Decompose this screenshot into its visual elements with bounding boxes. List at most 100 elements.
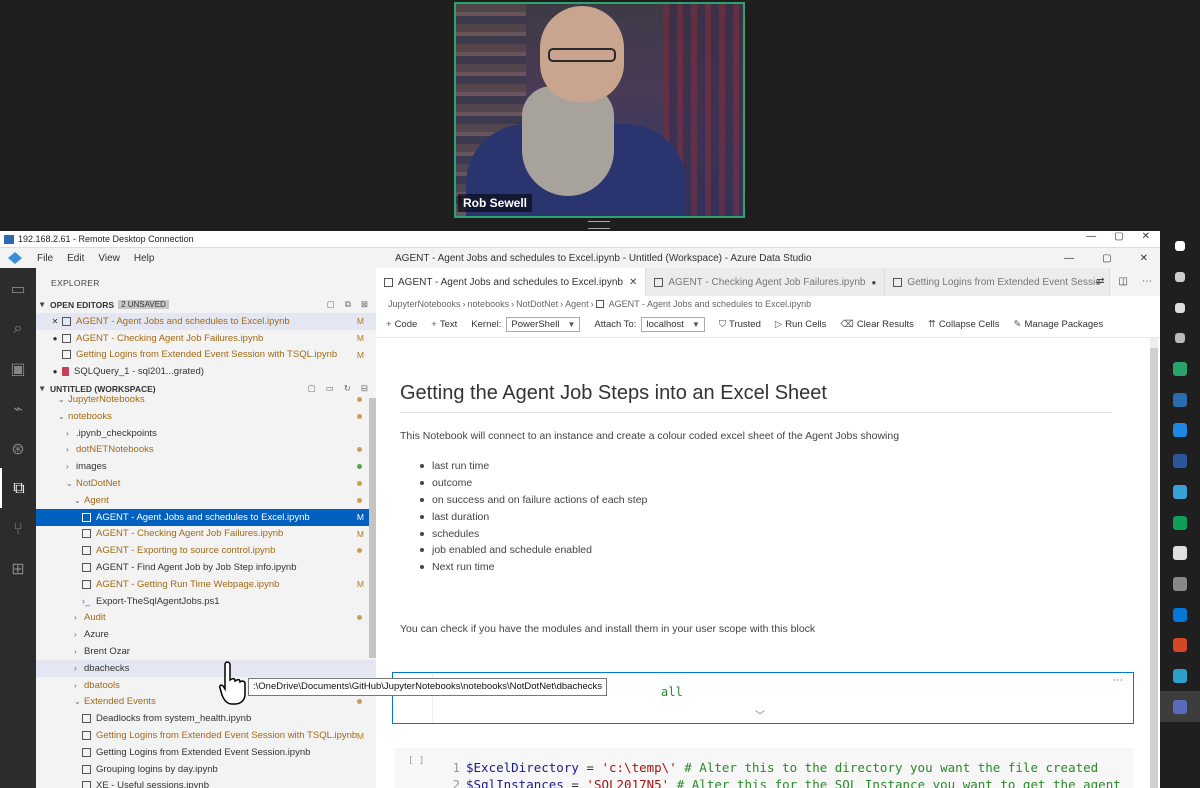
attach-dropdown[interactable]: localhost ▼ [641, 317, 705, 332]
save-all-icon[interactable]: ⧉ [345, 299, 351, 310]
open-editor-item[interactable]: ● AGENT - Checking Agent Job Failures.ipy… [36, 330, 376, 347]
add-code-cell-button[interactable]: + Code [386, 319, 417, 330]
taskbar-app-icon[interactable] [1160, 292, 1200, 323]
tree-file[interactable]: ›_ Export-TheSqlAgentJobs.ps1 [36, 593, 376, 610]
taskbar-app-icon[interactable] [1160, 446, 1200, 477]
servers-icon[interactable]: ▭ [0, 268, 36, 308]
close-all-icon[interactable]: ⊠ [361, 299, 368, 310]
extensions-icon[interactable]: ⊞ [0, 548, 36, 588]
taskbar-app-icon[interactable] [1160, 477, 1200, 508]
close-icon[interactable]: ✕ [629, 277, 637, 288]
menu-view[interactable]: View [91, 253, 127, 264]
taskbar-app-icon[interactable] [1160, 507, 1200, 538]
unsaved-dot-icon[interactable]: ● [48, 367, 62, 376]
minimize-button[interactable]: — [1064, 253, 1074, 264]
video-resize-grip[interactable] [588, 221, 610, 229]
open-editor-item[interactable]: ● SQLQuery_1 - sql201...grated) [36, 363, 376, 380]
breadcrumb-item[interactable]: JupyterNotebooks [388, 299, 461, 309]
tree-folder[interactable]: ⌄ Agent [36, 492, 376, 509]
taskbar-app-icon[interactable] [1160, 569, 1200, 600]
tree-folder[interactable]: › .ipynb_checkpoints [36, 425, 376, 442]
scrollbar-thumb[interactable] [1150, 348, 1158, 788]
tree-folder[interactable]: › Azure [36, 626, 376, 643]
cell-more-icon[interactable]: ⋯ [1113, 675, 1123, 686]
taskbar-app-icon[interactable] [1160, 323, 1200, 354]
split-editor-icon[interactable]: ◫ [1119, 276, 1128, 287]
editor-tab[interactable]: Getting Logins from Extended Event Sessi… [885, 268, 1110, 296]
search-icon[interactable]: ⌕ [0, 308, 36, 348]
terminal-icon[interactable]: ⌁ [0, 388, 36, 428]
tree-folder[interactable]: ⌄ JupyterNotebooks [36, 391, 376, 408]
tree-file[interactable]: AGENT - Getting Run Time Webpage.ipynb M [36, 576, 376, 593]
kernel-dropdown[interactable]: PowerShell ▼ [506, 317, 581, 332]
chevron-down-icon[interactable]: ﹀ [755, 707, 765, 722]
tree-folder[interactable]: › images [36, 458, 376, 475]
explorer-icon[interactable]: ⧉ [0, 468, 36, 508]
compare-icon[interactable]: ⇄ [1096, 276, 1104, 287]
manage-packages-button[interactable]: ✎ Manage Packages [1014, 319, 1104, 330]
taskbar-app-icon[interactable] [1160, 415, 1200, 446]
rdp-maximize-button[interactable]: ▢ [1114, 231, 1123, 242]
tree-folder[interactable]: ⌄ notebooks [36, 408, 376, 425]
breadcrumb-item[interactable]: Agent [565, 299, 589, 309]
source-control-icon[interactable]: ⑂ [0, 508, 36, 548]
unsaved-dot-icon[interactable]: ● [871, 278, 876, 287]
tree-folder[interactable]: ⌄ NotDotNet [36, 475, 376, 492]
tree-folder[interactable]: › Audit [36, 610, 376, 627]
git-icon[interactable]: ⊛ [0, 428, 36, 468]
open-editors-header[interactable]: ▾ OPEN EDITORS 2 UNSAVED ▢ ⧉ ⊠ [36, 296, 376, 313]
editor-tab[interactable]: AGENT - Agent Jobs and schedules to Exce… [376, 268, 647, 296]
taskbar-app-icon[interactable] [1160, 231, 1200, 262]
taskbar-app-icon[interactable] [1160, 661, 1200, 692]
more-actions-icon[interactable]: ⋯ [1142, 276, 1152, 287]
taskbar-app-icon[interactable] [1160, 384, 1200, 415]
tree-file[interactable]: Deadlocks from system_health.ipynb [36, 710, 376, 727]
taskbar-app-icon[interactable] [1160, 630, 1200, 661]
taskbar-app-icon[interactable] [1160, 354, 1200, 385]
maximize-button[interactable]: ▢ [1102, 253, 1111, 264]
tree-file[interactable]: AGENT - Agent Jobs and schedules to Exce… [36, 508, 376, 526]
taskbar-app-icon[interactable] [1160, 691, 1200, 722]
participant-video[interactable]: Rob Sewell [454, 2, 745, 218]
clear-results-button[interactable]: ⌫ Clear Results [840, 319, 913, 330]
tree-file[interactable]: Grouping logins by day.ipynb [36, 761, 376, 778]
new-untitled-file-icon[interactable]: ▢ [327, 299, 335, 310]
trusted-button[interactable]: ⛉ Trusted [719, 319, 761, 330]
taskbar-app-icon[interactable] [1160, 262, 1200, 293]
tree-file[interactable]: AGENT - Checking Agent Job Failures.ipyn… [36, 526, 376, 543]
tree-folder[interactable]: ⌄ Extended Events [36, 694, 376, 711]
notebook-content[interactable]: Getting the Agent Job Steps into an Exce… [376, 338, 1148, 788]
tree-folder[interactable]: › Brent Ozar [36, 643, 376, 660]
breadcrumb-item[interactable]: NotDotNet [516, 299, 558, 309]
editor-tab[interactable]: AGENT - Checking Agent Job Failures.ipyn… [646, 268, 886, 296]
tree-folder[interactable]: › dotNETNotebooks [36, 442, 376, 459]
add-text-cell-button[interactable]: + Text [431, 319, 457, 330]
tree-file[interactable]: XE - Useful sessions.ipynb [36, 778, 376, 788]
taskbar-app-icon[interactable] [1160, 599, 1200, 630]
taskbar-app-icon[interactable] [1160, 538, 1200, 569]
rdp-close-button[interactable]: ✕ [1142, 231, 1150, 242]
tree-file[interactable]: Getting Logins from Extended Event Sessi… [36, 727, 376, 744]
run-cells-button[interactable]: ▷ Run Cells [775, 319, 827, 330]
code-cell[interactable]: [ ] 1 $ExcelDirectory = 'c:\temp\' # Alte… [394, 748, 1134, 788]
menu-help[interactable]: Help [127, 253, 162, 264]
unsaved-dot-icon[interactable]: ● [48, 334, 62, 343]
tree-file[interactable]: Getting Logins from Extended Event Sessi… [36, 744, 376, 761]
close-icon[interactable]: ✕ [48, 317, 62, 326]
breadcrumb-item[interactable]: notebooks [468, 299, 510, 309]
run-cell-bracket[interactable]: [ ] [408, 756, 424, 766]
close-button[interactable]: ✕ [1140, 253, 1148, 264]
bookmarks-icon[interactable]: ▣ [0, 348, 36, 388]
open-editor-item[interactable]: ✕ AGENT - Agent Jobs and schedules to Exc… [36, 313, 376, 330]
rdp-minimize-button[interactable]: — [1086, 231, 1096, 242]
collapse-cells-button[interactable]: ⇈ Collapse Cells [928, 319, 1000, 330]
breadcrumb-item[interactable]: AGENT - Agent Jobs and schedules to Exce… [609, 299, 811, 309]
tree-folder[interactable]: › dbachecks [36, 659, 376, 677]
sidebar-scrollbar[interactable] [369, 398, 376, 658]
tree-file[interactable]: AGENT - Exporting to source control.ipyn… [36, 542, 376, 559]
editor-scrollbar[interactable] [1150, 338, 1158, 788]
tree-file[interactable]: AGENT - Find Agent Job by Job Step info.… [36, 559, 376, 576]
open-editor-item[interactable]: Getting Logins from Extended Event Sessi… [36, 347, 376, 364]
menu-file[interactable]: File [30, 253, 60, 264]
menu-edit[interactable]: Edit [60, 253, 91, 264]
